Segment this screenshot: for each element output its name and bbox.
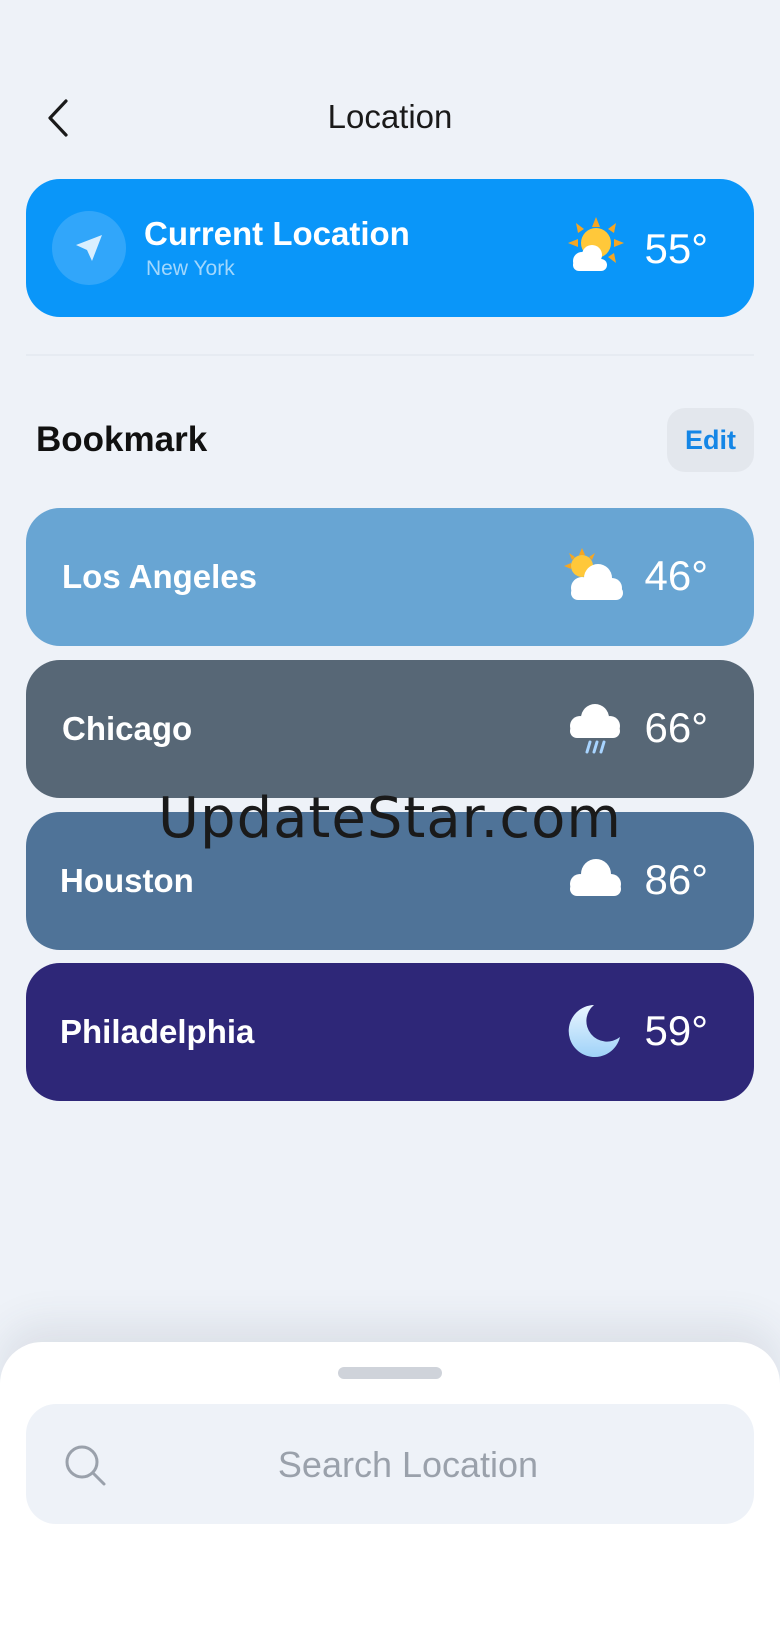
location-badge: [52, 211, 126, 285]
city-temperature: 59°: [644, 1007, 708, 1054]
city-card-houston[interactable]: Houston 86°: [26, 812, 754, 950]
city-temperature: 86°: [644, 856, 708, 903]
city-card-philadelphia[interactable]: Philadelphia 59°: [26, 963, 754, 1101]
current-location-city: New York: [146, 257, 235, 280]
sheet-drag-handle[interactable]: [338, 1367, 442, 1379]
bookmark-title: Bookmark: [36, 420, 208, 459]
search-box[interactable]: [26, 1404, 754, 1526]
city-name: Philadelphia: [60, 1013, 255, 1050]
divider: [26, 354, 754, 356]
search-input[interactable]: [126, 1404, 690, 1526]
crescent-moon-icon: [568, 1005, 620, 1057]
city-card-chicago[interactable]: Chicago 66°: [26, 660, 754, 798]
rain-cloud-icon: [570, 704, 620, 754]
bottom-sheet: [0, 1342, 780, 1629]
header: Location: [0, 80, 780, 160]
city-temperature: 66°: [644, 704, 708, 751]
current-location-title: Current Location: [144, 215, 410, 252]
city-name: Chicago: [62, 710, 193, 747]
city-name: Houston: [60, 862, 194, 899]
search-icon: [65, 1445, 106, 1486]
location-screen: Location Current Location New York 55° B…: [0, 0, 780, 1629]
cloud-icon: [570, 859, 621, 896]
partly-cloudy-icon: [564, 548, 623, 600]
city-name: Los Angeles: [62, 558, 257, 595]
city-temperature: 46°: [644, 552, 708, 599]
sun-behind-cloud-icon: [568, 217, 624, 271]
city-card-los-angeles[interactable]: Los Angeles 46°: [26, 508, 754, 646]
edit-button[interactable]: Edit: [667, 408, 754, 472]
current-location-card[interactable]: Current Location New York 55°: [26, 179, 754, 317]
navigation-arrow-icon: [76, 235, 102, 261]
page-title: Location: [327, 98, 453, 135]
current-temperature: 55°: [644, 225, 708, 272]
